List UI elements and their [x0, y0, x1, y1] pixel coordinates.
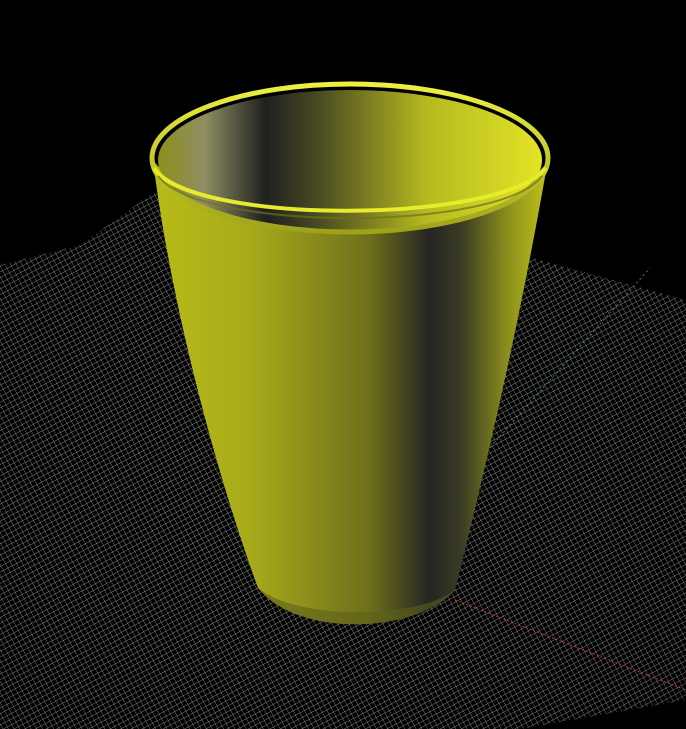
scene-canvas[interactable] — [0, 0, 686, 729]
3d-viewport[interactable] — [0, 0, 686, 729]
